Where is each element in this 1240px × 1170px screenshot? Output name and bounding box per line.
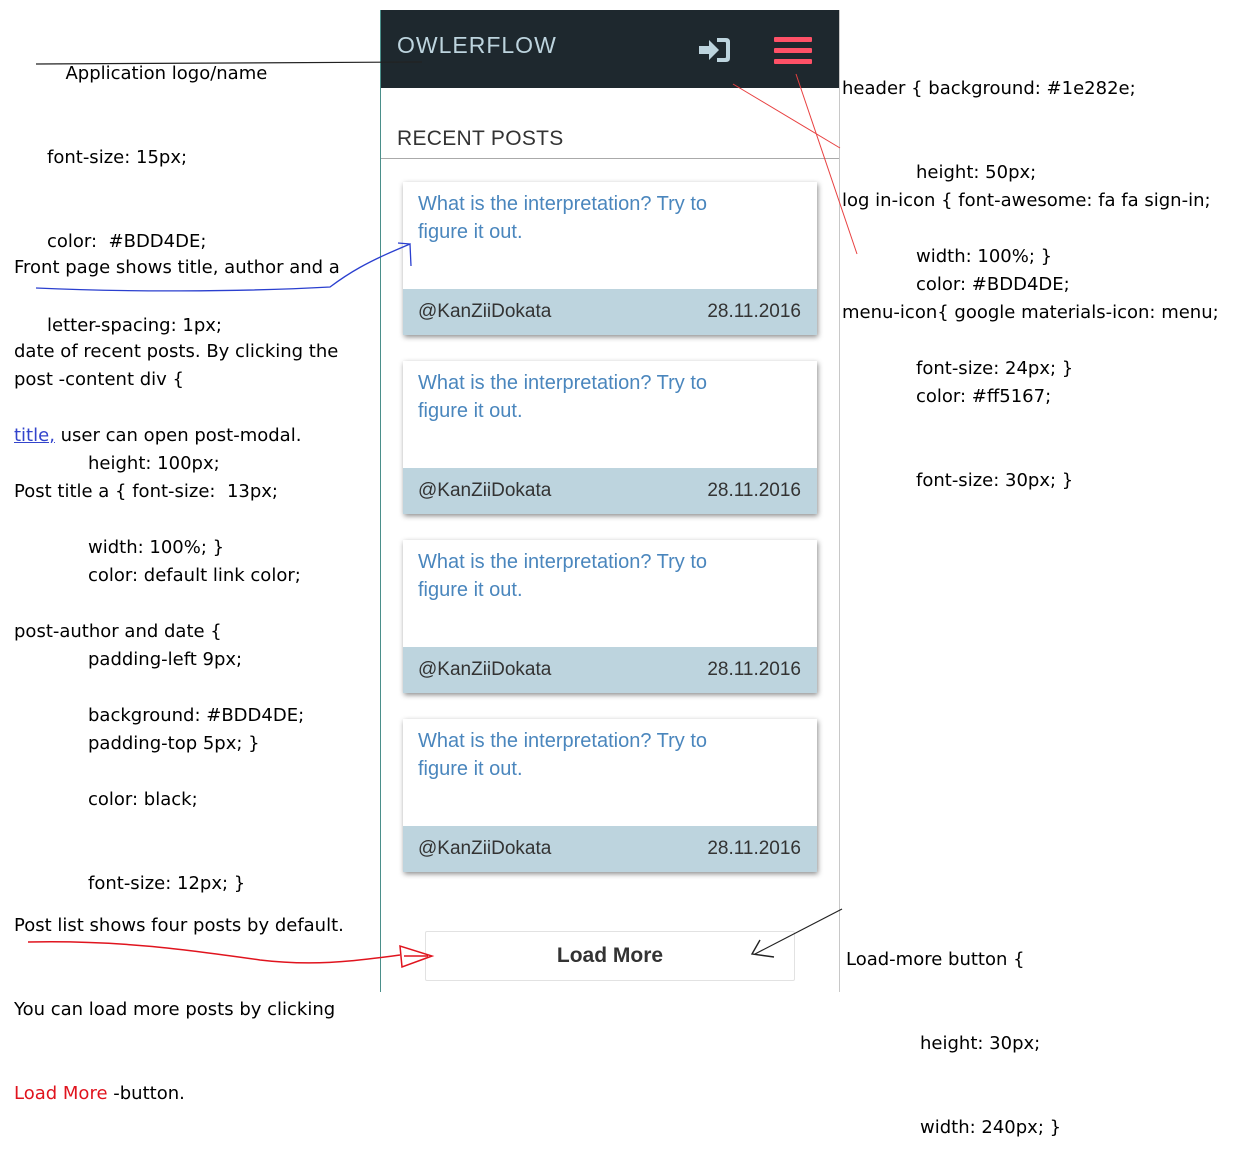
post-meta: @KanZiiDokata 28.11.2016 — [403, 289, 817, 335]
post-meta: @KanZiiDokata 28.11.2016 — [403, 647, 817, 693]
post-author: @KanZiiDokata — [418, 659, 552, 680]
annotation-load-more-css: Load-more button { height: 30px; width: … — [846, 949, 1062, 1138]
post-date: 28.11.2016 — [707, 659, 801, 680]
post-card: What is the interpretation? Try to figur… — [403, 540, 817, 693]
post-date: 28.11.2016 — [707, 301, 801, 322]
annotation-logo-label: Application logo/name — [65, 63, 268, 84]
post-card: What is the interpretation? Try to figur… — [403, 361, 817, 514]
menu-icon[interactable] — [774, 37, 812, 64]
post-card: What is the interpretation? Try to figur… — [403, 182, 817, 335]
post-card: What is the interpretation? Try to figur… — [403, 719, 817, 872]
post-author: @KanZiiDokata — [418, 480, 552, 501]
post-date: 28.11.2016 — [707, 480, 801, 501]
section-divider — [381, 158, 839, 159]
post-author: @KanZiiDokata — [418, 301, 552, 322]
app-header: OWLERFLOW — [381, 10, 839, 88]
app-logo[interactable]: OWLERFLOW — [397, 32, 557, 59]
annotation-post-list: Post list shows four posts by default. Y… — [14, 915, 344, 1104]
load-more-button[interactable]: Load More — [425, 931, 795, 981]
post-title-link[interactable]: What is the interpretation? Try to figur… — [403, 182, 738, 246]
post-title-link[interactable]: What is the interpretation? Try to figur… — [403, 361, 738, 425]
annotation-menu-icon-css: menu-icon{ google materials-icon: menu; … — [842, 302, 1219, 491]
sign-in-icon[interactable] — [697, 35, 733, 65]
post-date: 28.11.2016 — [707, 838, 801, 859]
post-meta: @KanZiiDokata 28.11.2016 — [403, 826, 817, 872]
post-title-link[interactable]: What is the interpretation? Try to figur… — [403, 540, 738, 604]
post-author: @KanZiiDokata — [418, 838, 552, 859]
annotation-load-more-word: Load More — [14, 1083, 108, 1104]
post-meta: @KanZiiDokata 28.11.2016 — [403, 468, 817, 514]
section-title: RECENT POSTS — [397, 127, 564, 150]
mobile-app-mockup: OWLERFLOW RECENT POSTS What is the inter… — [380, 10, 840, 992]
post-title-link[interactable]: What is the interpretation? Try to figur… — [403, 719, 738, 783]
